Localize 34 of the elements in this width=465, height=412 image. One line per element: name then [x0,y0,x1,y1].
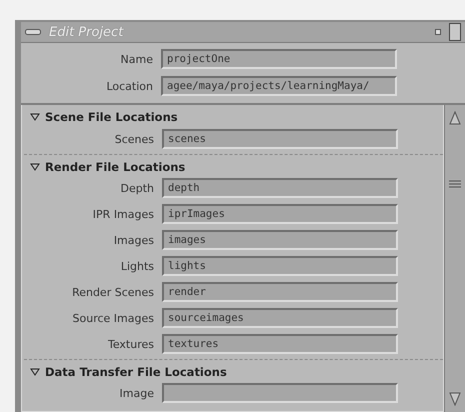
text-field[interactable]: sourceimages [162,308,398,328]
text-field[interactable]: depth [162,178,398,198]
maximize-icon[interactable] [449,23,461,41]
field-label: Textures [107,338,154,350]
scroll-down-icon[interactable] [449,392,461,406]
scrollbar[interactable] [444,105,465,412]
minimize-icon[interactable] [435,29,441,35]
field-label: Depth [119,182,154,194]
field-label: Location [105,80,153,92]
window-menu-icon[interactable] [25,28,41,36]
field-label: Lights [120,260,154,272]
scroll-up-icon[interactable] [449,111,461,125]
text-field[interactable]: iprImages [162,204,398,224]
field-label: Image [118,386,154,400]
text-field[interactable]: images [162,230,398,250]
triangle-icon [30,113,40,121]
text-field[interactable] [162,383,398,403]
field-label: IPR Images [92,208,154,220]
triangle-icon [30,162,40,170]
text-field[interactable]: scenes [162,129,398,149]
field-label: Render Scenes [71,286,154,298]
text-field[interactable]: agee/maya/projects/learningMaya/ [161,76,397,96]
text-field[interactable]: projectOne [161,49,397,69]
text-field[interactable]: render [162,282,398,302]
scroll-grip-icon[interactable] [448,178,462,188]
text-field[interactable]: lights [162,256,398,276]
field-label: Images [112,234,154,246]
text-field[interactable]: textures [162,334,398,354]
field-label: Source Images [72,312,154,324]
section-header[interactable]: Scene File Locations [24,105,443,129]
window-title: Edit Project [49,24,125,40]
field-label: Scenes [114,132,154,146]
triangle-icon [30,368,40,376]
field-label: Name [120,52,153,66]
